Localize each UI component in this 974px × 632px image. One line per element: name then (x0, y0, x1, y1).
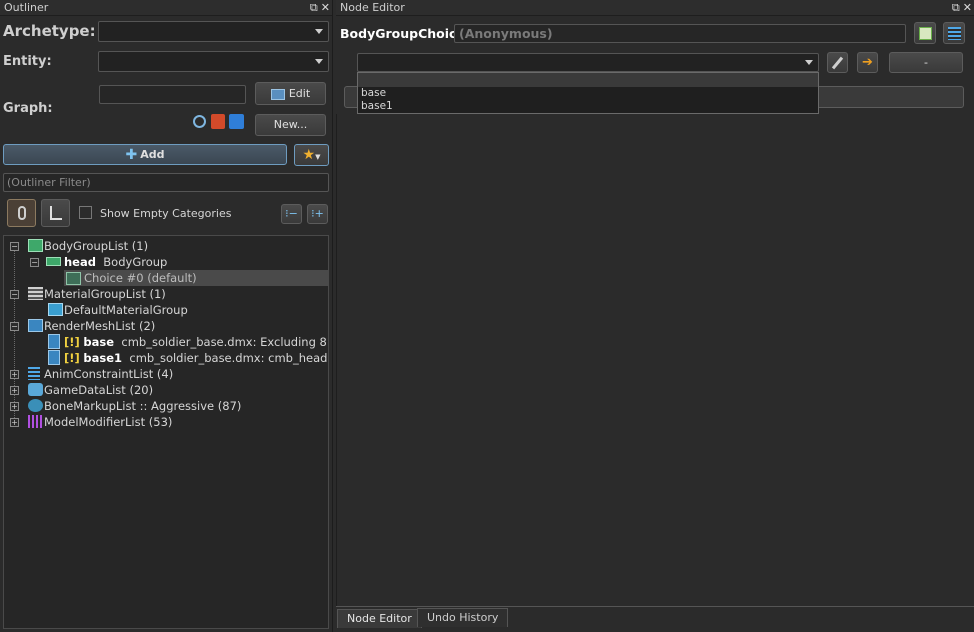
graph-field[interactable] (99, 85, 246, 104)
tree-item-head[interactable]: head BodyGroup (64, 254, 167, 270)
tree-item-base[interactable]: [!] base cmb_soldier_base.dmx: Excluding… (64, 334, 328, 350)
tree-item-materialgrouplist[interactable]: MaterialGroupList (1) (44, 286, 166, 302)
remove-button[interactable]: - (889, 52, 963, 73)
close-icon[interactable]: ✕ (963, 1, 972, 14)
bodygroup-icon (46, 257, 61, 266)
tree-item-bonemarkuplist[interactable]: BoneMarkupList :: Aggressive (87) (44, 398, 241, 414)
add-button[interactable]: ✚ Add (3, 144, 287, 165)
tree-item-animconstraintlist[interactable]: AnimConstraintList (4) (44, 366, 173, 382)
list-tree-icon (49, 206, 62, 220)
collapse-toggle[interactable]: − (10, 242, 19, 251)
tab-bar: Node Editor Undo History (336, 606, 974, 632)
outliner-title: Outliner (4, 1, 49, 14)
anim-constraint-icon (28, 367, 40, 380)
entity-combo[interactable] (98, 51, 329, 72)
search-icon[interactable] (193, 115, 206, 128)
expand-all-button[interactable]: ⁝+ (307, 204, 328, 224)
chevron-down-icon (315, 59, 323, 64)
star-icon: ★ (302, 147, 316, 163)
expand-toggle[interactable]: + (10, 386, 19, 395)
tree-item-defaultmaterialgroup[interactable]: DefaultMaterialGroup (64, 302, 188, 318)
add-list-icon (918, 27, 932, 40)
new-button[interactable]: New... (255, 114, 326, 136)
tree-item-bodygrouplist[interactable]: BodyGroupList (1) (44, 238, 148, 254)
tab-node-editor[interactable]: Node Editor (337, 609, 422, 628)
mesh-file-icon (48, 334, 60, 349)
hierarchy-view-button[interactable] (7, 199, 36, 227)
chevron-down-icon (315, 29, 323, 34)
goto-button[interactable]: ➔ (857, 52, 878, 73)
undock-icon[interactable]: ⧉ (952, 1, 960, 14)
tree-item-modelmodifierlist[interactable]: ModelModifierList (53) (44, 414, 172, 430)
outliner-filter-input[interactable]: (Outliner Filter) (3, 173, 329, 192)
model-modifier-icon (28, 415, 43, 428)
pick-button[interactable] (827, 52, 848, 73)
dropdown-option-base[interactable]: base (358, 87, 818, 100)
dropdown-option-base1[interactable]: base1 (358, 100, 818, 113)
favorites-button[interactable]: ★▼ (294, 144, 329, 166)
expand-toggle[interactable]: + (10, 370, 19, 379)
outliner-panel: Outliner ⧉ ✕ Archetype: Entity: Graph: Ed… (0, 0, 333, 632)
mesh-choice-dropdown: base base1 (357, 72, 819, 114)
blue-arrow-icon[interactable] (229, 114, 244, 129)
red-arrow-icon[interactable] (211, 114, 225, 129)
tree-item-choice[interactable]: Choice #0 (default) (84, 270, 197, 286)
tree-item-gamedatalist[interactable]: GameDataList (20) (44, 382, 153, 398)
entity-label: Entity: (3, 54, 52, 69)
collapse-all-button[interactable]: ⁝− (281, 204, 302, 224)
mesh-choice-combo[interactable] (357, 53, 819, 72)
archetype-combo[interactable] (98, 21, 329, 42)
chevron-down-icon: ▼ (315, 153, 321, 161)
expand-toggle[interactable]: + (10, 418, 19, 427)
plus-icon: ✚ (125, 146, 138, 163)
tree-view-icon (17, 206, 26, 220)
graph-label: Graph: (3, 101, 53, 116)
outliner-title-bar: Outliner ⧉ ✕ (0, 0, 332, 16)
bone-markup-icon (28, 399, 43, 412)
flat-view-button[interactable] (41, 199, 70, 227)
collapse-toggle[interactable]: − (30, 258, 39, 267)
node-editor-title-bar: Node Editor ⧉ ✕ (336, 0, 974, 16)
list-view-button[interactable] (943, 22, 965, 44)
tree-item-rendermeshlist[interactable]: RenderMeshList (2) (44, 318, 155, 334)
eyedropper-icon (831, 56, 844, 70)
gamedata-icon (28, 383, 43, 396)
tree-item-base1[interactable]: [!] base1 cmb_soldier_base.dmx: cmb_head (64, 350, 327, 366)
node-editor-title: Node Editor (340, 1, 405, 14)
node-type-label: BodyGroupChoice (340, 26, 465, 41)
rendermesh-list-icon (28, 319, 43, 332)
node-name-field[interactable]: (Anonymous) (454, 24, 906, 43)
bodygroup-list-icon (28, 239, 43, 252)
edit-graph-icon (270, 88, 285, 100)
choice-icon (66, 272, 81, 285)
node-editor-panel: Node Editor ⧉ ✕ BodyGroupChoice (Anonymou… (336, 0, 974, 632)
node-editor-content (336, 114, 972, 606)
show-empty-label: Show Empty Categories (100, 207, 232, 220)
chevron-down-icon (805, 60, 813, 65)
archetype-label: Archetype: (3, 22, 96, 40)
show-empty-checkbox[interactable] (79, 206, 92, 219)
expand-toggle[interactable]: + (10, 402, 19, 411)
list-icon (947, 27, 961, 40)
dropdown-option-empty[interactable] (358, 73, 818, 87)
material-list-icon (28, 287, 43, 300)
tab-undo-history[interactable]: Undo History (417, 608, 509, 627)
tree-guide-line (14, 250, 15, 426)
add-property-button[interactable] (914, 22, 936, 44)
material-group-icon (48, 303, 63, 316)
close-icon[interactable]: ✕ (321, 1, 330, 14)
edit-button[interactable]: Edit (255, 82, 326, 105)
undock-icon[interactable]: ⧉ (310, 1, 318, 14)
collapse-toggle[interactable]: − (10, 322, 19, 331)
outliner-tree: − BodyGroupList (1) − head BodyGroup Cho… (3, 235, 329, 629)
arrow-right-icon: ➔ (862, 55, 873, 70)
collapse-toggle[interactable]: − (10, 290, 19, 299)
mesh-file-icon (48, 350, 60, 365)
